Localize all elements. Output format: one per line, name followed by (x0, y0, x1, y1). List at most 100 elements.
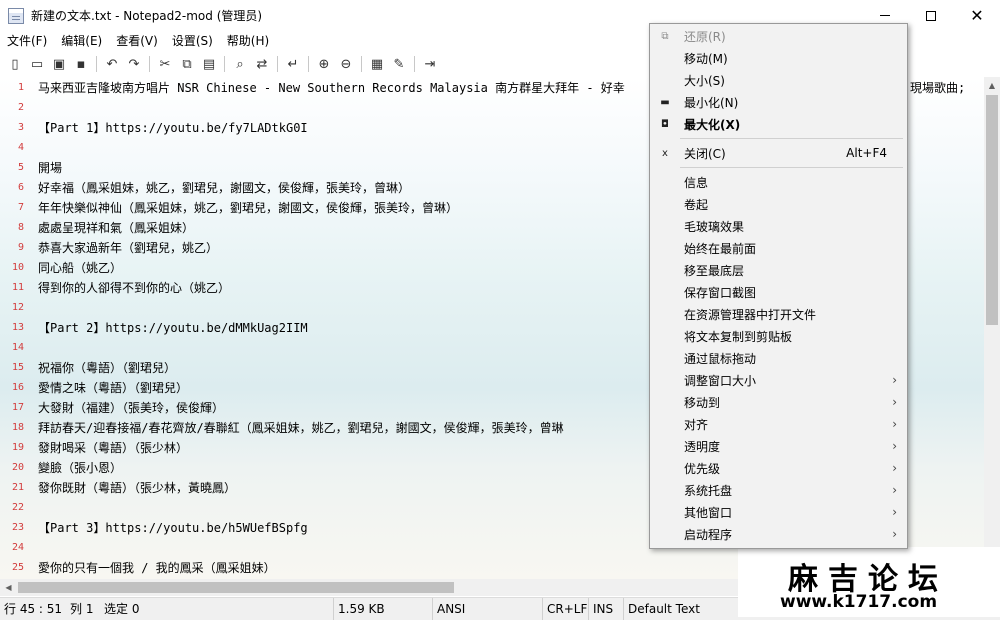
status-insert-mode[interactable]: INS (588, 598, 613, 620)
context-menu-label: 最小化(N) (684, 95, 739, 110)
context-menu-item[interactable]: 移至最底层 (650, 259, 907, 281)
line-number: 7 (17, 201, 24, 213)
context-menu-item[interactable]: 调整窗口大小 › (650, 369, 907, 391)
maximize-icon (926, 10, 936, 21)
horizontal-scrollbar[interactable]: ◀ (0, 579, 740, 596)
exit-button[interactable]: ⇥ (419, 53, 441, 75)
submenu-arrow-icon: › (892, 527, 897, 541)
vertical-scrollbar[interactable]: ▲ ▼ (984, 77, 1000, 579)
line-number: 18 (11, 421, 24, 433)
context-menu-label: 优先级 (684, 461, 721, 476)
scroll-left-icon[interactable]: ◀ (0, 579, 17, 596)
maximize-icon: ◘ (661, 118, 669, 130)
redo-button[interactable]: ↷ (123, 53, 145, 75)
status-position: 行 45 : 51 (4, 602, 63, 616)
scheme-button[interactable]: ▦ (366, 53, 388, 75)
line-number: 5 (17, 161, 24, 173)
context-menu-item[interactable]: 卷起 (650, 193, 907, 215)
status-encoding[interactable]: ANSI (432, 598, 465, 620)
menu-edit[interactable]: 编辑(E) (54, 31, 109, 51)
line-number: 10 (11, 261, 24, 273)
zoom-in-button[interactable]: ⊕ (313, 53, 335, 75)
browse-button[interactable]: ▣ (48, 53, 70, 75)
context-menu-item[interactable]: 移动到 › (650, 391, 907, 413)
menu-settings[interactable]: 设置(S) (165, 31, 220, 51)
line-number: 23 (11, 521, 24, 533)
toolbar-separator (361, 56, 362, 72)
maximize-button[interactable] (908, 0, 954, 31)
line-text: 得到你的人卻得不到你的心（姚乙） (38, 280, 231, 295)
context-menu-item[interactable]: 启动程序 › (650, 523, 907, 545)
vertical-scroll-thumb[interactable] (986, 95, 998, 325)
line-text: 【Part 2】https://youtu.be/dMMkUag2IIM (38, 320, 308, 335)
context-menu-item[interactable]: 保存窗口截图 (650, 281, 907, 303)
context-menu-label: 保存窗口截图 (684, 285, 757, 300)
context-menu-item[interactable]: 优先级 › (650, 457, 907, 479)
context-menu-label: 对齐 (684, 417, 709, 432)
menu-view[interactable]: 查看(V) (109, 31, 165, 51)
line-number: 1 (17, 81, 24, 93)
toolbar-separator (224, 56, 225, 72)
context-menu-item[interactable]: 其他窗口 › (650, 501, 907, 523)
line-text: 拜訪春天/迎春接福/春花齊放/春聯紅（鳳采姐妹，姚乙，劉珺兒，謝國文，侯俊輝，張… (38, 420, 564, 435)
context-menu-item[interactable]: 始终在最前面 (650, 237, 907, 259)
context-menu-item[interactable]: 毛玻璃效果 (650, 215, 907, 237)
context-menu-item[interactable]: 移动(M) (650, 47, 907, 69)
replace-button[interactable]: ⇄ (251, 53, 273, 75)
undo-icon: ↶ (106, 56, 118, 72)
status-scheme[interactable]: Default Text (623, 598, 700, 620)
find-button[interactable]: ⌕ (229, 53, 251, 75)
context-menu-item[interactable]: 大小(S) (650, 69, 907, 91)
context-menu-item[interactable]: 将文本复制到剪贴板 (650, 325, 907, 347)
menu-bar: 文件(F) 编辑(E) 查看(V) 设置(S) 帮助(H) (0, 31, 276, 51)
line-number: 2 (17, 101, 24, 113)
copy-button[interactable]: ⧉ (176, 53, 198, 75)
context-menu-item[interactable]: 透明度 › (650, 435, 907, 457)
new-file-button[interactable]: ▯ (4, 53, 26, 75)
context-menu-item[interactable]: ▬ 最小化(N) (650, 91, 907, 113)
line-number: 11 (11, 281, 24, 293)
line-number: 3 (17, 121, 24, 133)
paste-button[interactable]: ▤ (198, 53, 220, 75)
open-folder-button[interactable]: ▭ (26, 53, 48, 75)
toolbar-separator (308, 56, 309, 72)
submenu-arrow-icon: › (892, 439, 897, 453)
line-text: 開場 (38, 160, 63, 175)
line-number: 20 (11, 461, 24, 473)
scheme-icon: ▦ (370, 56, 384, 72)
context-menu-item[interactable]: 对齐 › (650, 413, 907, 435)
word-wrap-button[interactable]: ↵ (282, 53, 304, 75)
save-icon: ▪ (76, 56, 86, 72)
context-menu-label: 毛玻璃效果 (684, 219, 745, 234)
window-title: 新建の文本.txt - Notepad2-mod (管理员) (31, 9, 263, 23)
close-button[interactable]: ✕ (954, 0, 1000, 31)
context-menu-item[interactable]: x 关闭(C) Alt+F4 (650, 142, 907, 164)
horizontal-scroll-thumb[interactable] (18, 582, 454, 593)
line-text: 愛情之味（粵語）（劉珺兒） (38, 380, 189, 395)
submenu-arrow-icon: › (892, 483, 897, 497)
menu-separator (680, 167, 903, 168)
context-menu-item[interactable]: 系统托盘 › (650, 479, 907, 501)
context-menu-item[interactable]: 信息 (650, 171, 907, 193)
save-button[interactable]: ▪ (70, 53, 92, 75)
undo-button[interactable]: ↶ (101, 53, 123, 75)
customize-scheme-button[interactable]: ✎ (388, 53, 410, 75)
cut-button[interactable]: ✂ (154, 53, 176, 75)
status-selection: 选定 0 (104, 602, 140, 616)
context-menu-item[interactable]: ◘ 最大化(X) (650, 113, 907, 135)
submenu-arrow-icon: › (892, 417, 897, 431)
toolbar-separator (414, 56, 415, 72)
line-text: 處處呈現祥和氣（鳳采姐妹） (38, 220, 195, 235)
context-menu-item[interactable]: 通过鼠标拖动 (650, 347, 907, 369)
scroll-up-icon[interactable]: ▲ (984, 77, 1000, 93)
notepad-app-icon[interactable] (8, 7, 24, 24)
context-menu-item[interactable]: 在资源管理器中打开文件 (650, 303, 907, 325)
cut-icon: ✂ (159, 56, 171, 72)
line-text: 年年快樂似神仙（鳳采姐妹，姚乙，劉珺兒，謝國文，侯俊輝，張美玲，曾琳） (38, 200, 459, 215)
menu-file[interactable]: 文件(F) (0, 31, 54, 51)
menu-help[interactable]: 帮助(H) (220, 31, 276, 51)
zoom-out-button[interactable]: ⊖ (335, 53, 357, 75)
line-text: 祝福你（粵語）（劉珺兒） (38, 360, 177, 375)
status-line-ending[interactable]: CR+LF (542, 598, 587, 620)
line-number: 24 (11, 541, 24, 553)
